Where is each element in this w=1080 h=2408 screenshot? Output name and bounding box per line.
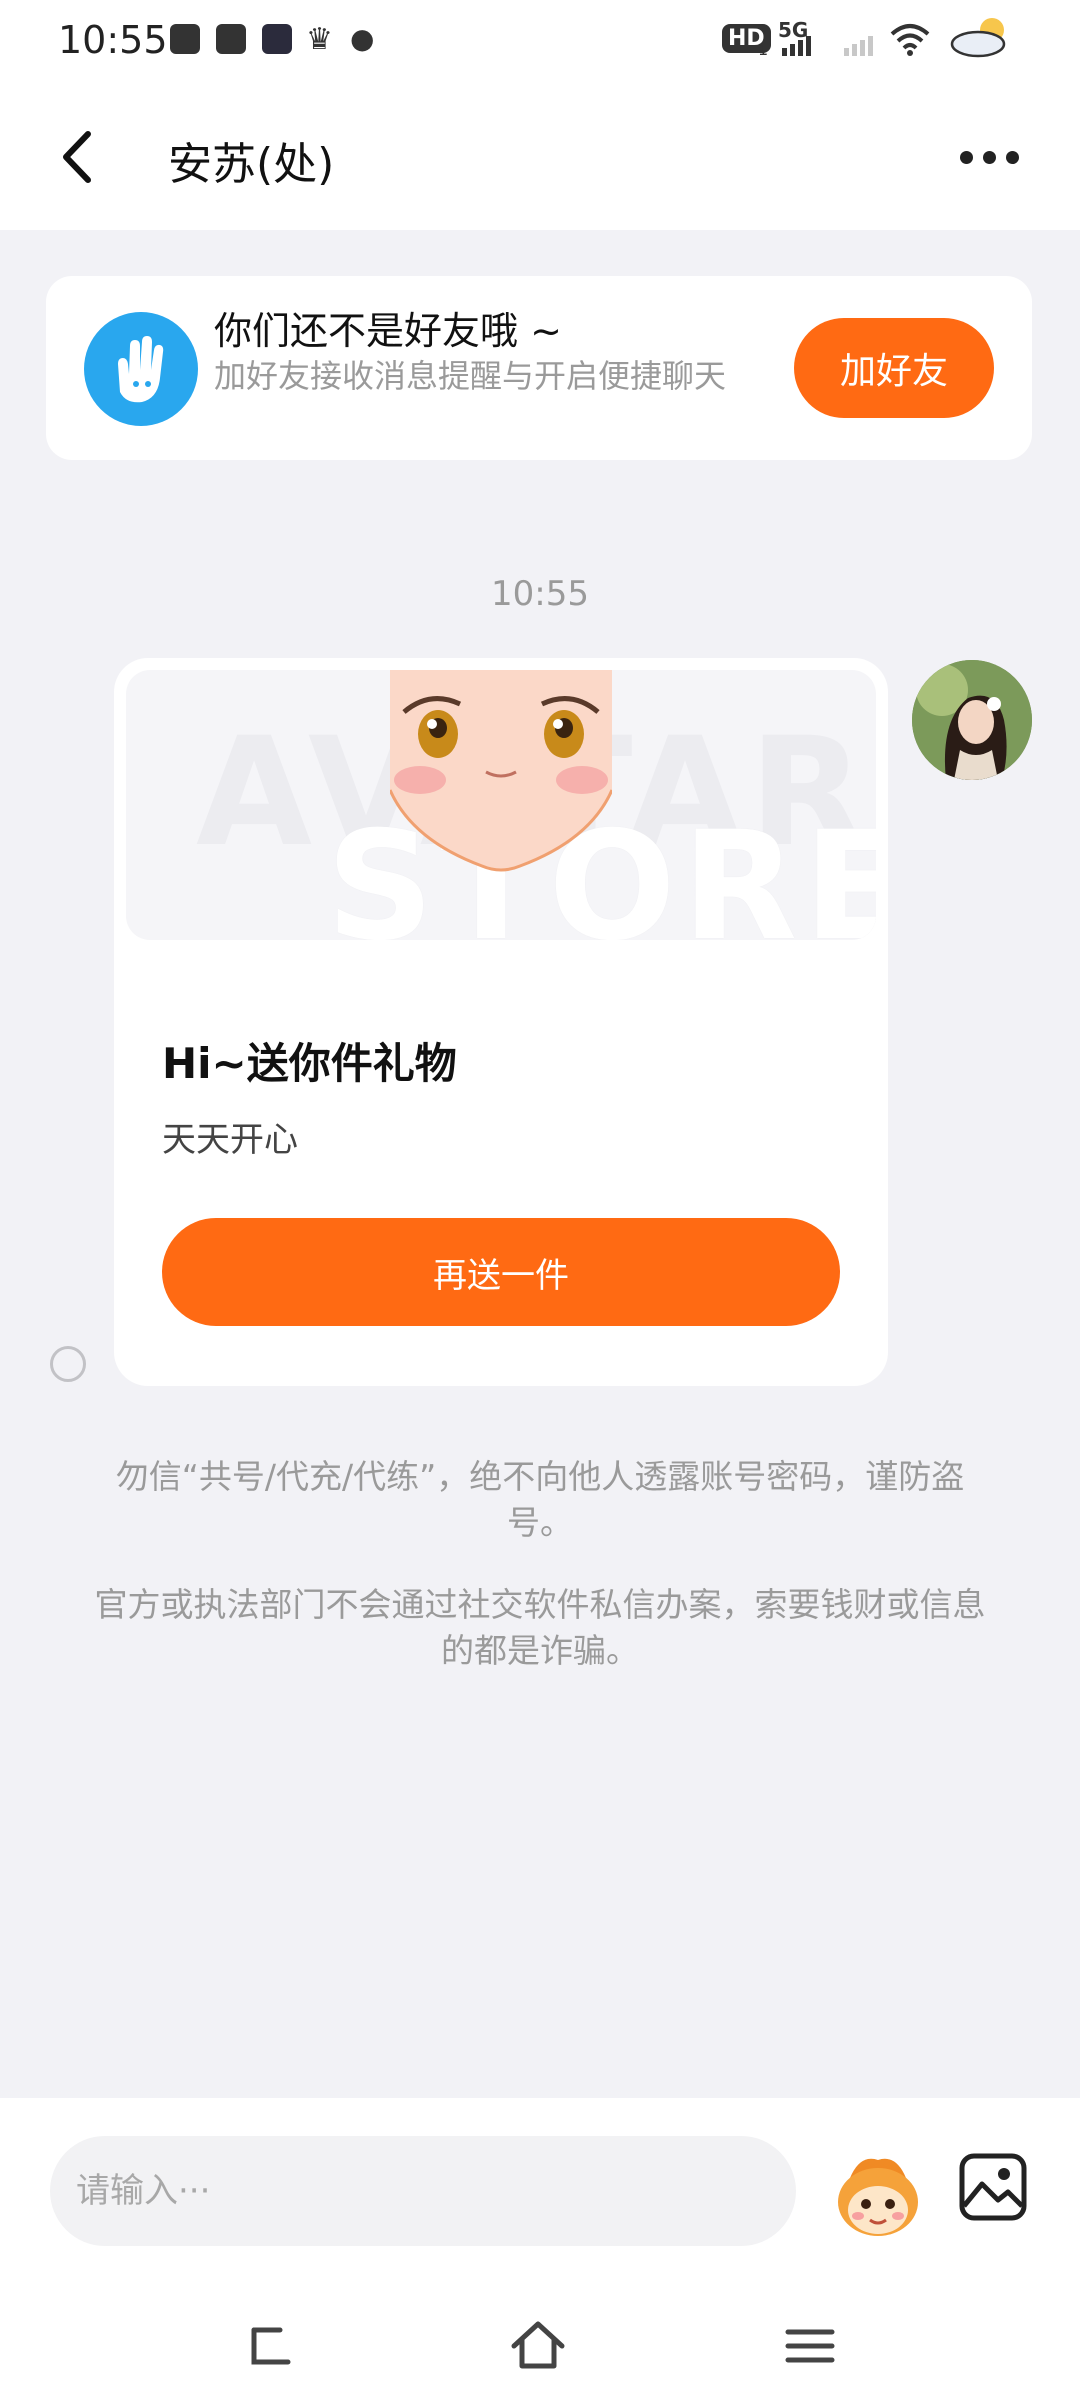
input-bar — [0, 2098, 1080, 2408]
status-bar: 10:55 ♛ ● HD 1 5G — [0, 0, 1080, 84]
banner-title: 你们还不是好友哦 ~ — [214, 309, 562, 353]
send-another-gift-button[interactable]: 再送一件 — [162, 1218, 840, 1326]
gift-message: 天天开心 — [162, 1120, 298, 1160]
wifi-icon — [890, 24, 930, 56]
gallery-icon[interactable] — [958, 2152, 1028, 2222]
notification-crown-icon: ♛ — [306, 22, 333, 57]
hd-sub-label: 1 — [758, 40, 769, 59]
gift-title: Hi~送你件礼物 — [162, 1039, 457, 1088]
avatar-face-icon — [390, 670, 612, 872]
more-dots-icon[interactable] — [960, 142, 1026, 172]
weather-icon — [950, 18, 1006, 58]
nav-home-icon[interactable] — [508, 2316, 568, 2376]
signal-strength-2-icon — [844, 36, 873, 56]
notification-wechat-icon: ● — [350, 22, 375, 55]
notification-mail-icon — [216, 24, 246, 54]
chat-header: 安苏(处) — [0, 84, 1080, 230]
notice-fraud-warning: 官方或执法部门不会通过社交软件私信办案，索要钱财或信息的都是诈骗。 — [94, 1585, 986, 1670]
mascot-emoji-icon[interactable] — [830, 2150, 926, 2240]
notification-video-icon — [262, 24, 292, 54]
notice-account-safety: 勿信“共号/代充/代练”，绝不向他人透露账号密码，谨防盗号。 — [115, 1457, 965, 1542]
signal-strength-1-icon — [782, 36, 811, 56]
add-friend-button[interactable]: 加好友 — [794, 318, 994, 418]
gift-image: AVATAR STORE — [126, 670, 876, 940]
contact-name: 安苏(处) — [168, 139, 335, 190]
hand-icon — [84, 312, 198, 426]
sender-avatar[interactable] — [912, 660, 1032, 780]
banner-subtitle: 加好友接收消息提醒与开启便捷聊天 — [214, 357, 727, 395]
message-timestamp: 10:55 — [491, 574, 589, 614]
message-status-indicator — [50, 1346, 86, 1382]
gift-message-card[interactable]: AVATAR STORE Hi~送你件礼物 天天开心 再送一件 — [114, 658, 888, 1386]
notification-app-icon — [170, 24, 200, 54]
nav-menu-icon[interactable] — [780, 2316, 840, 2376]
back-arrow-icon[interactable] — [52, 122, 112, 192]
not-friend-banner: 你们还不是好友哦 ~ 加好友接收消息提醒与开启便捷聊天 加好友 — [46, 276, 1032, 460]
status-time: 10:55 — [58, 18, 168, 62]
nav-back-icon[interactable] — [240, 2316, 300, 2376]
message-input[interactable] — [50, 2136, 796, 2246]
